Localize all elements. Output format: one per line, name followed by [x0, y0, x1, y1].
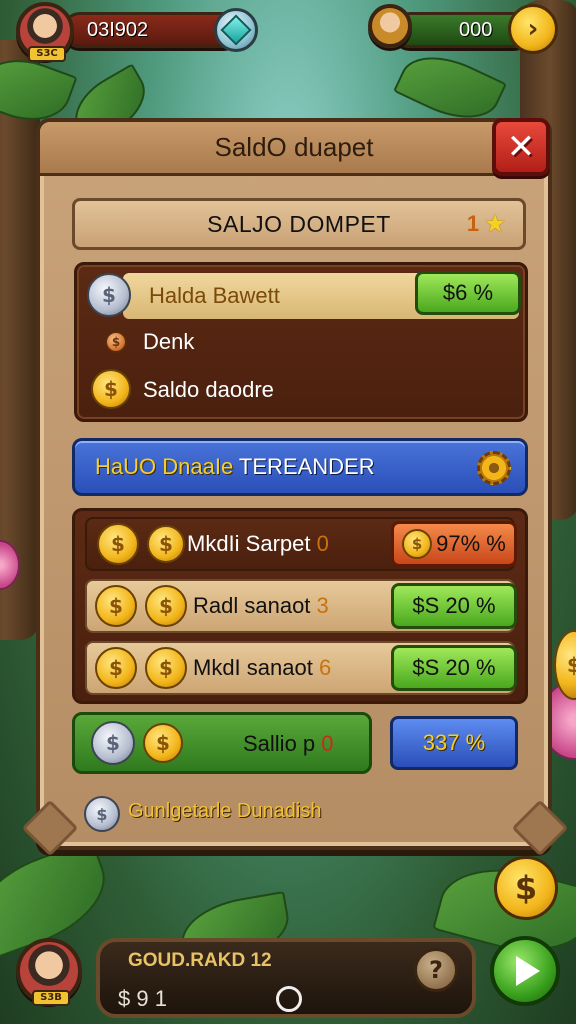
row-denk-label: Denk [143, 329, 195, 354]
gold-coin-icon: $ [145, 585, 187, 627]
row-saldo-label: Saldo daodre [143, 377, 274, 402]
saldo-bar[interactable]: $ $ Sallio p 0 [72, 712, 372, 774]
add-gold-button[interactable]: › [508, 4, 558, 54]
wallet-panel: SaldO duapet ✕ SALJO DOMPET 1 ★ $ Halda … [21, 118, 569, 857]
footer-note: Gunlgetarle Dunadish [128, 800, 322, 822]
list-item-value[interactable]: $ 97% % [391, 521, 517, 567]
gear-icon[interactable] [477, 451, 511, 485]
gold-coin-icon: $ [95, 647, 137, 689]
bottom-avatar-badge: S3B [32, 990, 70, 1006]
balance-summary: $ Halda Bawett $6 % $ Denk $ Saldo daodr… [74, 262, 528, 422]
banner-text: HaUO DnaaIe TEREANDER [95, 454, 375, 480]
saldo-bar-count: 0 [321, 731, 334, 756]
list-item[interactable]: $ $ Radl sanaot 3 $S 20 % [85, 579, 517, 633]
gold-coin-icon: $ [97, 523, 139, 565]
coin-shop-button[interactable]: $ [494, 856, 558, 920]
banner-text-yellow: HaUO DnaaIe [95, 454, 234, 479]
gold-coin-icon: $ [147, 525, 185, 563]
player-avatar[interactable]: S3C [16, 2, 74, 62]
subheader-badge: 1 ★ [467, 211, 505, 237]
close-button[interactable]: ✕ [492, 118, 550, 176]
gem-icon [220, 14, 252, 46]
highlight-row-value[interactable]: $6 % [415, 271, 521, 315]
currency-amount-left: 03I902 [87, 18, 149, 41]
highlight-row-label: Halda Bawett [149, 283, 280, 308]
list-item-count: 6 [318, 655, 332, 680]
character-icon [368, 4, 412, 48]
list-item-text: MkdIi Sarpet [187, 531, 311, 556]
list-item[interactable]: $ $ MkdI sanaot 6 $S 20 % [85, 641, 517, 695]
saldo-bar-text: Sallio p [243, 731, 316, 756]
bottom-bar-value: $ 9 1 [118, 986, 167, 1011]
list-item-count: 3 [316, 593, 329, 618]
silver-coin-icon: $ [91, 721, 135, 765]
bottom-info-bar: GOUD.RAKD 12 $ 9 1 ? [96, 938, 476, 1018]
star-icon: ★ [485, 211, 505, 236]
subheader-title: SALJO DOMPET [207, 210, 391, 237]
panel-header: SaldO duapet [40, 122, 548, 176]
gold-coin-icon: $ [95, 585, 137, 627]
list-item-text: Radl sanaot [193, 593, 311, 618]
list-item-label: MkdI sanaot 6 [193, 655, 331, 681]
gold-coin-icon: $ [402, 529, 433, 559]
play-icon [516, 956, 540, 986]
bottom-player-avatar[interactable]: S3B [16, 938, 82, 1006]
list-item-count: 0 [316, 531, 329, 556]
radio-circle-icon[interactable] [276, 986, 302, 1012]
saldo-percent-button[interactable]: 337 % [390, 716, 518, 770]
help-icon: ? [429, 956, 443, 984]
silver-coin-icon: $ [84, 796, 120, 832]
gem-button[interactable] [214, 8, 258, 52]
wallet-subheader: SALJO DOMPET 1 ★ [72, 198, 526, 250]
help-button[interactable]: ? [414, 948, 458, 992]
list-item-value-text: 97% % [436, 531, 506, 556]
gold-coin-icon: $ [143, 723, 183, 763]
list-item-text: MkdI sanaot [193, 655, 313, 680]
play-button[interactable] [490, 936, 560, 1006]
list-item-label: Radl sanaot 3 [193, 593, 329, 619]
currency-amount-right: 000 [459, 18, 493, 41]
silver-coin-icon: $ [87, 273, 131, 317]
transaction-list: $ $ MkdIi Sarpet 0 $ 97% % $ $ Radl sana… [72, 508, 528, 704]
bottom-bar-title: GOUD.RAKD 12 [128, 950, 272, 971]
close-icon: ✕ [506, 127, 536, 167]
chevron-right-icon: › [527, 14, 539, 44]
list-item-value[interactable]: $S 20 % [391, 645, 517, 691]
saldo-bar-label: Sallio p 0 [243, 731, 334, 757]
gold-coin-icon: $ [145, 647, 187, 689]
list-item-label: MkdIi Sarpet 0 [187, 531, 329, 557]
gold-coin-icon: $ [91, 369, 131, 409]
list-item[interactable]: $ $ MkdIi Sarpet 0 $ 97% % [85, 517, 517, 571]
avatar-level-badge: S3C [28, 46, 66, 62]
panel-title: SaldO duapet [214, 132, 374, 162]
bronze-coin-icon: $ [105, 331, 127, 353]
banner-text-white: TEREANDER [238, 454, 375, 479]
transfer-banner[interactable]: HaUO DnaaIe TEREANDER [72, 438, 528, 496]
list-item-value[interactable]: $S 20 % [391, 583, 517, 629]
subheader-badge-count: 1 [466, 211, 480, 236]
